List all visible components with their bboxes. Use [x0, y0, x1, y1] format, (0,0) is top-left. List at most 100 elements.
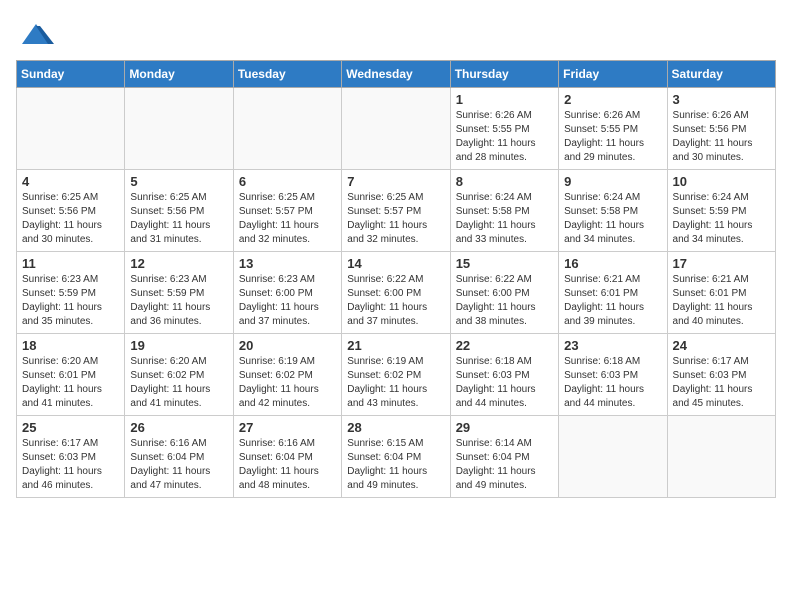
- day-number: 29: [456, 420, 553, 435]
- day-info: Sunrise: 6:26 AM Sunset: 5:55 PM Dayligh…: [564, 109, 661, 165]
- day-info: Sunrise: 6:20 AM Sunset: 6:01 PM Dayligh…: [22, 355, 119, 411]
- day-number: 27: [239, 420, 336, 435]
- calendar-cell: 4 Sunrise: 6:25 AM Sunset: 5:56 PM Daylig…: [17, 170, 125, 252]
- day-info: Sunrise: 6:23 AM Sunset: 6:00 PM Dayligh…: [239, 273, 336, 329]
- calendar-cell: 17 Sunrise: 6:21 AM Sunset: 6:01 PM Dayli…: [667, 252, 775, 334]
- calendar-cell: 2Sunrise: 6:26 AM Sunset: 5:55 PM Daylig…: [559, 88, 667, 170]
- day-number: 18: [22, 338, 119, 353]
- day-number: 24: [673, 338, 770, 353]
- day-info: Sunrise: 6:21 AM Sunset: 6:01 PM Dayligh…: [564, 273, 661, 329]
- calendar-cell: 26 Sunrise: 6:16 AM Sunset: 6:04 PM Dayli…: [125, 416, 233, 498]
- calendar-cell: [17, 88, 125, 170]
- dow-header-monday: Monday: [125, 61, 233, 88]
- day-number: 9: [564, 174, 661, 189]
- day-info: Sunrise: 6:18 AM Sunset: 6:03 PM Dayligh…: [564, 355, 661, 411]
- day-info: Sunrise: 6:24 AM Sunset: 5:59 PM Dayligh…: [673, 191, 770, 247]
- day-info: Sunrise: 6:25 AM Sunset: 5:57 PM Dayligh…: [347, 191, 444, 247]
- day-info: Sunrise: 6:22 AM Sunset: 6:00 PM Dayligh…: [347, 273, 444, 329]
- calendar-week-1: 1 Sunrise: 6:26 AM Sunset: 5:55 PM Daylig…: [17, 88, 776, 170]
- calendar-cell: 15 Sunrise: 6:22 AM Sunset: 6:00 PM Dayli…: [450, 252, 558, 334]
- calendar-cell: 9 Sunrise: 6:24 AM Sunset: 5:58 PM Daylig…: [559, 170, 667, 252]
- calendar-cell: 3 Sunrise: 6:26 AM Sunset: 5:56 PM Daylig…: [667, 88, 775, 170]
- day-info: Sunrise: 6:19 AM Sunset: 6:02 PM Dayligh…: [239, 355, 336, 411]
- calendar-cell: 24 Sunrise: 6:17 AM Sunset: 6:03 PM Dayli…: [667, 334, 775, 416]
- calendar-cell: [125, 88, 233, 170]
- calendar-cell: 21 Sunrise: 6:19 AM Sunset: 6:02 PM Dayli…: [342, 334, 450, 416]
- day-number: 22: [456, 338, 553, 353]
- dow-header-thursday: Thursday: [450, 61, 558, 88]
- day-number: 10: [673, 174, 770, 189]
- dow-header-sunday: Sunday: [17, 61, 125, 88]
- day-info: Sunrise: 6:14 AM Sunset: 6:04 PM Dayligh…: [456, 437, 553, 493]
- day-info: Sunrise: 6:25 AM Sunset: 5:56 PM Dayligh…: [22, 191, 119, 247]
- page-header: [16, 16, 776, 52]
- day-number: 3: [673, 92, 770, 107]
- calendar-cell: 7 Sunrise: 6:25 AM Sunset: 5:57 PM Daylig…: [342, 170, 450, 252]
- day-number: 4: [22, 174, 119, 189]
- calendar-cell: [233, 88, 341, 170]
- day-number: 14: [347, 256, 444, 271]
- calendar-cell: 29 Sunrise: 6:14 AM Sunset: 6:04 PM Dayli…: [450, 416, 558, 498]
- calendar-week-2: 4 Sunrise: 6:25 AM Sunset: 5:56 PM Daylig…: [17, 170, 776, 252]
- day-number: 21: [347, 338, 444, 353]
- calendar-cell: 12Sunrise: 6:23 AM Sunset: 5:59 PM Dayli…: [125, 252, 233, 334]
- day-number: 17: [673, 256, 770, 271]
- day-info: Sunrise: 6:21 AM Sunset: 6:01 PM Dayligh…: [673, 273, 770, 329]
- calendar-cell: 16Sunrise: 6:21 AM Sunset: 6:01 PM Dayli…: [559, 252, 667, 334]
- day-info: Sunrise: 6:17 AM Sunset: 6:03 PM Dayligh…: [22, 437, 119, 493]
- calendar-cell: [559, 416, 667, 498]
- calendar-cell: 23 Sunrise: 6:18 AM Sunset: 6:03 PM Dayli…: [559, 334, 667, 416]
- day-info: Sunrise: 6:19 AM Sunset: 6:02 PM Dayligh…: [347, 355, 444, 411]
- logo-icon: [18, 16, 54, 52]
- calendar-cell: 22Sunrise: 6:18 AM Sunset: 6:03 PM Dayli…: [450, 334, 558, 416]
- day-number: 12: [130, 256, 227, 271]
- day-number: 23: [564, 338, 661, 353]
- day-number: 7: [347, 174, 444, 189]
- calendar-cell: 14 Sunrise: 6:22 AM Sunset: 6:00 PM Dayli…: [342, 252, 450, 334]
- day-info: Sunrise: 6:16 AM Sunset: 6:04 PM Dayligh…: [239, 437, 336, 493]
- calendar-table: SundayMondayTuesdayWednesdayThursdayFrid…: [16, 60, 776, 498]
- day-info: Sunrise: 6:23 AM Sunset: 5:59 PM Dayligh…: [22, 273, 119, 329]
- day-info: Sunrise: 6:22 AM Sunset: 6:00 PM Dayligh…: [456, 273, 553, 329]
- day-number: 11: [22, 256, 119, 271]
- calendar-week-5: 25 Sunrise: 6:17 AM Sunset: 6:03 PM Dayli…: [17, 416, 776, 498]
- day-info: Sunrise: 6:16 AM Sunset: 6:04 PM Dayligh…: [130, 437, 227, 493]
- day-number: 5: [130, 174, 227, 189]
- calendar-cell: 1 Sunrise: 6:26 AM Sunset: 5:55 PM Daylig…: [450, 88, 558, 170]
- dow-header-saturday: Saturday: [667, 61, 775, 88]
- dow-header-tuesday: Tuesday: [233, 61, 341, 88]
- calendar-cell: 20 Sunrise: 6:19 AM Sunset: 6:02 PM Dayli…: [233, 334, 341, 416]
- day-info: Sunrise: 6:24 AM Sunset: 5:58 PM Dayligh…: [564, 191, 661, 247]
- calendar-cell: [342, 88, 450, 170]
- day-info: Sunrise: 6:24 AM Sunset: 5:58 PM Dayligh…: [456, 191, 553, 247]
- day-info: Sunrise: 6:20 AM Sunset: 6:02 PM Dayligh…: [130, 355, 227, 411]
- dow-header-friday: Friday: [559, 61, 667, 88]
- day-number: 1: [456, 92, 553, 107]
- day-number: 20: [239, 338, 336, 353]
- dow-header-wednesday: Wednesday: [342, 61, 450, 88]
- day-number: 15: [456, 256, 553, 271]
- calendar-cell: 18 Sunrise: 6:20 AM Sunset: 6:01 PM Dayli…: [17, 334, 125, 416]
- day-number: 28: [347, 420, 444, 435]
- calendar-cell: 28 Sunrise: 6:15 AM Sunset: 6:04 PM Dayli…: [342, 416, 450, 498]
- day-number: 26: [130, 420, 227, 435]
- day-number: 13: [239, 256, 336, 271]
- calendar-cell: 6Sunrise: 6:25 AM Sunset: 5:57 PM Daylig…: [233, 170, 341, 252]
- day-number: 6: [239, 174, 336, 189]
- day-info: Sunrise: 6:15 AM Sunset: 6:04 PM Dayligh…: [347, 437, 444, 493]
- calendar-cell: 13 Sunrise: 6:23 AM Sunset: 6:00 PM Dayli…: [233, 252, 341, 334]
- calendar-week-3: 11 Sunrise: 6:23 AM Sunset: 5:59 PM Dayli…: [17, 252, 776, 334]
- calendar-week-4: 18 Sunrise: 6:20 AM Sunset: 6:01 PM Dayli…: [17, 334, 776, 416]
- calendar-cell: 10 Sunrise: 6:24 AM Sunset: 5:59 PM Dayli…: [667, 170, 775, 252]
- day-number: 19: [130, 338, 227, 353]
- calendar-cell: 5 Sunrise: 6:25 AM Sunset: 5:56 PM Daylig…: [125, 170, 233, 252]
- day-number: 25: [22, 420, 119, 435]
- calendar-cell: 19 Sunrise: 6:20 AM Sunset: 6:02 PM Dayli…: [125, 334, 233, 416]
- day-info: Sunrise: 6:17 AM Sunset: 6:03 PM Dayligh…: [673, 355, 770, 411]
- day-number: 8: [456, 174, 553, 189]
- calendar-cell: 25 Sunrise: 6:17 AM Sunset: 6:03 PM Dayli…: [17, 416, 125, 498]
- day-info: Sunrise: 6:26 AM Sunset: 5:56 PM Dayligh…: [673, 109, 770, 165]
- logo: [16, 16, 54, 52]
- day-info: Sunrise: 6:25 AM Sunset: 5:56 PM Dayligh…: [130, 191, 227, 247]
- day-info: Sunrise: 6:26 AM Sunset: 5:55 PM Dayligh…: [456, 109, 553, 165]
